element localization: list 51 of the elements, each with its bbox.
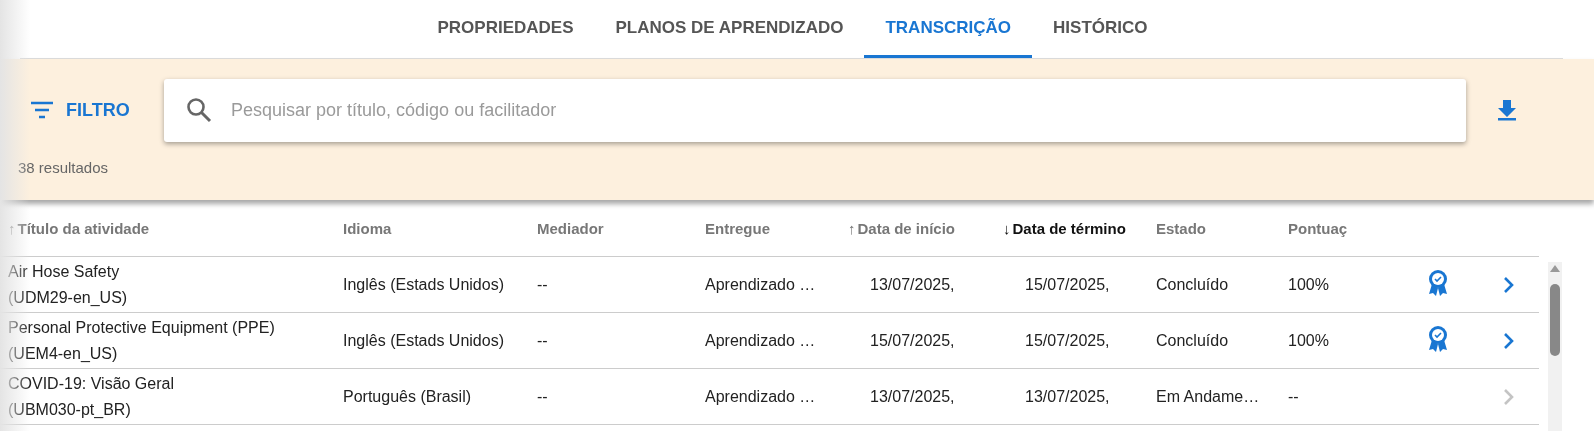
chevron-right-icon[interactable] [1503,275,1515,294]
download-button[interactable] [1496,99,1518,121]
activity-title: Personal Protective Equipment (PPE) [8,317,276,338]
activity-code: (UDM29-en_US) [8,287,129,308]
table-cell: Em Andame… [1156,387,1260,405]
column-header[interactable]: Entregue [705,219,848,237]
activity-title: COVID-19: Visão Geral [8,373,175,394]
table-cell: Aprendizado … [705,331,816,349]
table-cell: -- [537,387,548,405]
results-count: 38 resultados [18,159,110,176]
table-cell: 15/07/2025, [1025,331,1110,349]
activity-code: (UBM030-pt_BR) [8,399,132,420]
column-header[interactable]: Estado [1156,219,1288,237]
table-cell: 100% [1288,331,1329,349]
tab[interactable]: HISTÓRICO [1032,0,1169,58]
filter-button[interactable]: FILTRO [30,99,164,121]
column-header[interactable]: ↑Data de início [848,219,1003,237]
scrollbar[interactable] [1548,262,1562,431]
activity-title: Air Hose Safety [8,261,121,282]
table-cell: -- [537,275,548,293]
column-header[interactable]: ↑Título da atividade [8,219,343,237]
column-header[interactable]: ↓Data de término [1003,219,1156,237]
column-header[interactable]: Pontuaç [1288,219,1427,237]
chevron-right-icon[interactable] [1503,331,1515,350]
activity-code: (UEM4-en_US) [8,343,119,364]
column-header[interactable]: Idioma [343,219,537,237]
tab[interactable]: PLANOS DE APRENDIZADO [594,0,865,58]
table-cell: 100% [1288,275,1329,293]
column-header[interactable]: Mediador [537,219,705,237]
table-cell: 13/07/2025, [870,387,955,405]
scroll-up-icon[interactable] [1549,264,1561,274]
award-ribbon-icon[interactable] [1427,268,1449,297]
table-cell: -- [537,331,548,349]
search-field[interactable]: Pesquisar por título, código ou facilitador [164,78,1466,142]
table-cell: 15/07/2025, [1025,275,1110,293]
tab[interactable]: PROPRIEDADES [416,0,595,58]
table-cell: Concluído [1156,275,1229,293]
download-icon [1496,99,1518,121]
table-cell-text: Português (Brasil) [343,387,473,406]
table-cell: 13/07/2025, [870,275,955,293]
table-cell: -- [1288,387,1299,405]
table-cell: 15/07/2025, [870,331,955,349]
search-icon [186,96,212,123]
award-ribbon-icon[interactable] [1427,324,1449,353]
table-cell: Concluído [1156,331,1229,349]
table-cell: 13/07/2025, [1025,387,1110,405]
table-cell: Aprendizado … [705,275,816,293]
table-cell: Aprendizado … [705,387,816,405]
filter-icon [30,101,54,119]
table-cell-text: Inglês (Estads Unidos) [343,275,505,294]
table-cell-text: Inglês (Estads Unidos) [343,331,505,350]
